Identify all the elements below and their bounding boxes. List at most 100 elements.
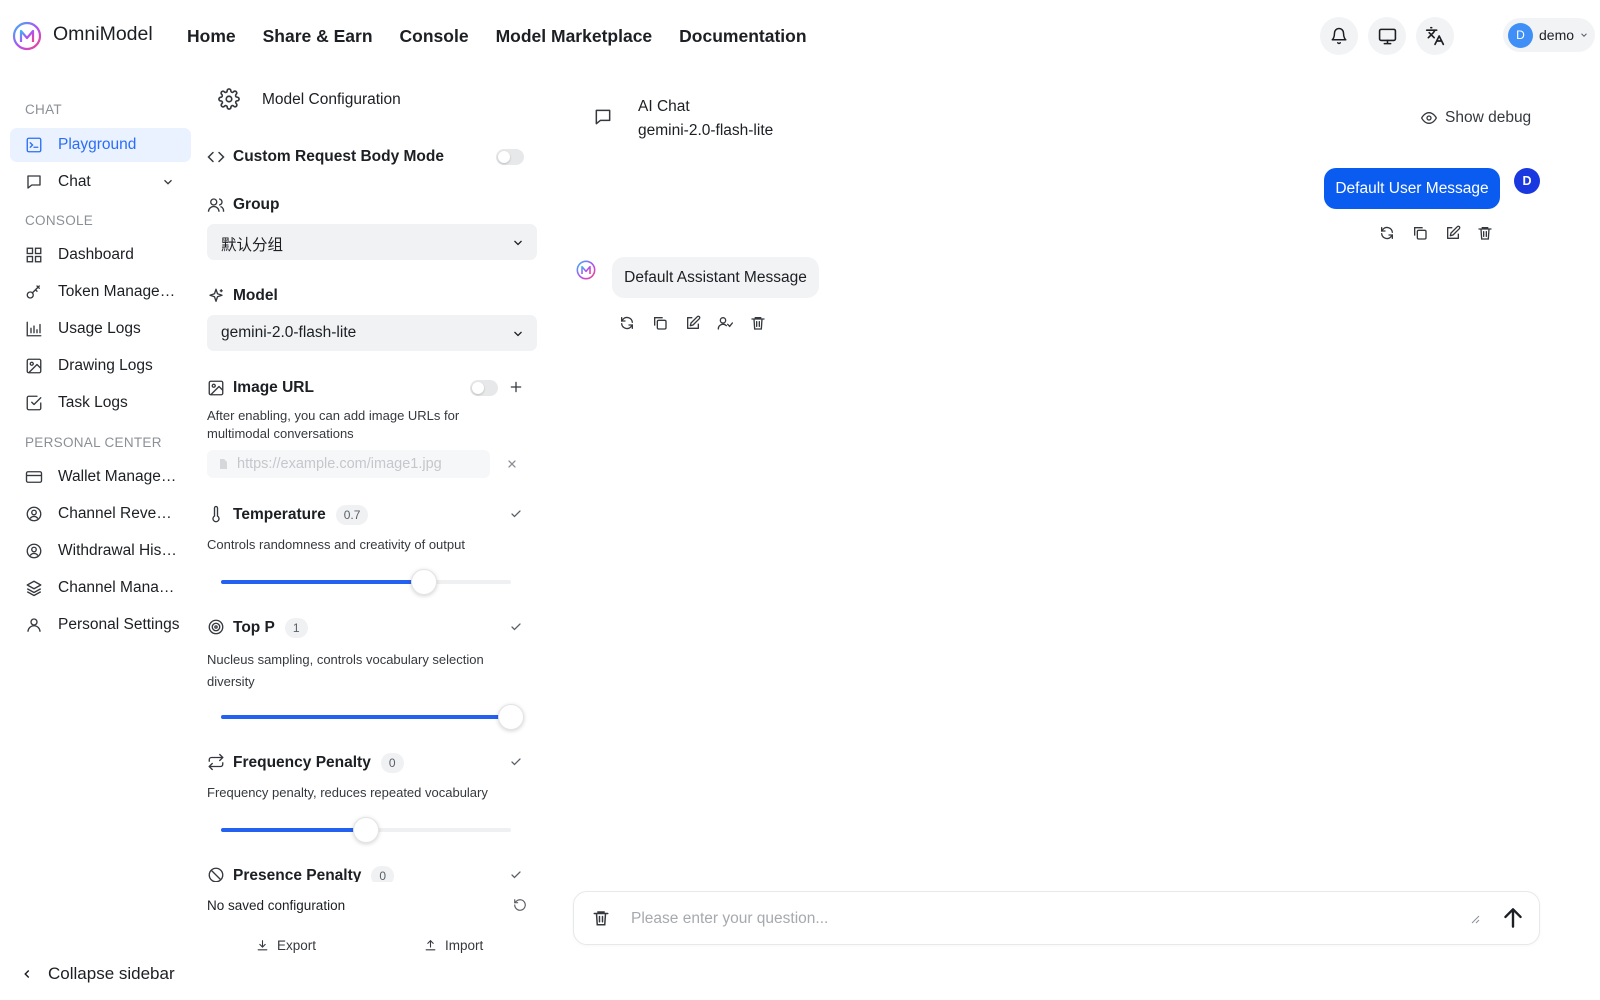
sidebar-item-label: Withdrawal History xyxy=(58,542,180,559)
user-message-bubble[interactable]: Default User Message xyxy=(1324,168,1500,209)
check-icon[interactable] xyxy=(510,756,522,768)
delete-icon[interactable] xyxy=(750,315,766,331)
regenerate-icon[interactable] xyxy=(619,315,635,331)
top-bar: OmniModel Home Share & Earn Console Mode… xyxy=(0,0,1600,72)
image-url-label: Image URL xyxy=(233,379,314,396)
check-icon[interactable] xyxy=(510,869,522,881)
user-circle-icon xyxy=(26,506,42,522)
show-debug-button[interactable]: Show debug xyxy=(1421,109,1531,127)
check-icon[interactable] xyxy=(510,621,522,633)
delete-icon[interactable] xyxy=(1477,225,1493,241)
key-icon xyxy=(26,285,40,299)
section-label-console: CONSOLE xyxy=(25,213,94,228)
assistant-avatar-icon xyxy=(576,260,596,280)
sidebar-item-channel-management[interactable]: Channel Management xyxy=(10,571,191,605)
check-icon[interactable] xyxy=(510,508,522,520)
image-url-input[interactable]: https://example.com/image1.jpg xyxy=(207,450,490,478)
slider-thumb[interactable] xyxy=(411,569,437,595)
nav-share-earn[interactable]: Share & Earn xyxy=(263,26,373,47)
language-button[interactable] xyxy=(1416,17,1454,55)
image-icon xyxy=(208,380,224,396)
sidebar-item-chat[interactable]: Chat xyxy=(10,165,191,199)
sidebar-item-task-logs[interactable]: Task Logs xyxy=(10,386,191,420)
edit-icon[interactable] xyxy=(1445,225,1461,241)
user-name: demo xyxy=(1539,27,1575,43)
sidebar-item-wallet-management[interactable]: Wallet Management xyxy=(10,460,191,494)
sidebar-item-drawing-logs[interactable]: Drawing Logs xyxy=(10,349,191,383)
nav-documentation[interactable]: Documentation xyxy=(679,26,806,47)
export-button[interactable]: Export xyxy=(256,938,316,953)
copy-icon[interactable] xyxy=(1412,225,1428,241)
chevron-down-icon[interactable] xyxy=(161,175,175,189)
plus-icon[interactable] xyxy=(509,380,523,394)
edit-icon[interactable] xyxy=(685,315,701,331)
nav-console[interactable]: Console xyxy=(400,26,469,47)
user-icon xyxy=(27,618,41,632)
brand-name[interactable]: OmniModel xyxy=(53,23,153,46)
assistant-message-bubble[interactable]: Default Assistant Message xyxy=(612,257,819,298)
gear-icon xyxy=(218,88,240,110)
nav-home[interactable]: Home xyxy=(187,26,236,47)
top-p-slider[interactable] xyxy=(221,704,524,730)
collapse-sidebar-button[interactable]: Collapse sidebar xyxy=(20,964,175,984)
sidebar-item-personal-settings[interactable]: Personal Settings xyxy=(10,608,191,642)
top-p-label-text: Top P xyxy=(233,619,275,636)
custom-body-label: Custom Request Body Mode xyxy=(233,148,444,165)
group-select[interactable]: 默认分组 xyxy=(207,224,537,260)
model-select[interactable]: gemini-2.0-flash-lite xyxy=(207,315,537,351)
sidebar-item-channel-revenue[interactable]: Channel Revenue xyxy=(10,497,191,531)
config-title: Model Configuration xyxy=(262,91,401,108)
import-button[interactable]: Import xyxy=(424,938,483,953)
user-message-avatar: D xyxy=(1514,168,1540,194)
message-input[interactable]: Please enter your question... xyxy=(631,910,828,928)
top-p-label: Top P 1 xyxy=(233,618,308,638)
close-icon[interactable] xyxy=(506,458,518,470)
dashboard-icon xyxy=(26,247,42,263)
resize-handle-icon[interactable] xyxy=(1470,914,1480,924)
clear-chat-icon[interactable] xyxy=(592,909,610,927)
display-button[interactable] xyxy=(1368,17,1406,55)
user-menu[interactable]: D demo xyxy=(1503,18,1595,52)
slider-thumb[interactable] xyxy=(498,704,524,730)
nav-model-marketplace[interactable]: Model Marketplace xyxy=(496,26,653,47)
temperature-slider[interactable] xyxy=(221,569,511,595)
section-label-chat: CHAT xyxy=(25,102,62,117)
sidebar-item-label: Wallet Management xyxy=(58,468,180,485)
temperature-value-badge: 0.7 xyxy=(335,505,369,525)
sidebar-item-label: Personal Settings xyxy=(58,616,180,633)
model-label: Model xyxy=(233,287,278,304)
chat-icon xyxy=(27,175,41,189)
show-debug-label: Show debug xyxy=(1445,109,1532,126)
sidebar-item-dashboard[interactable]: Dashboard xyxy=(10,238,191,272)
section-label-personal-center: PERSONAL CENTER xyxy=(25,435,162,450)
model-config-panel: Model Configuration Custom Request Body … xyxy=(200,72,545,1000)
custom-body-toggle[interactable] xyxy=(496,149,524,165)
chevron-down-icon xyxy=(514,240,522,246)
frequency-penalty-label-text: Frequency Penalty xyxy=(233,754,371,771)
user-circle-icon xyxy=(26,543,42,559)
sidebar-item-usage-logs[interactable]: Usage Logs xyxy=(10,312,191,346)
switch-role-icon[interactable] xyxy=(717,315,733,331)
sidebar-item-token-management[interactable]: Token Management xyxy=(10,275,191,309)
ban-icon xyxy=(208,867,224,882)
frequency-penalty-slider[interactable] xyxy=(221,817,511,843)
sidebar-item-label: Chat xyxy=(58,173,91,190)
users-icon xyxy=(207,198,225,212)
notifications-button[interactable] xyxy=(1320,17,1358,55)
sidebar-item-label: Drawing Logs xyxy=(58,357,153,374)
collapse-sidebar-label: Collapse sidebar xyxy=(48,964,175,983)
export-label: Export xyxy=(277,938,317,953)
code-icon xyxy=(207,151,225,163)
sidebar-item-withdrawal-history[interactable]: Withdrawal History xyxy=(10,534,191,568)
sidebar-item-playground[interactable]: Playground xyxy=(10,128,191,162)
reset-icon[interactable] xyxy=(513,898,527,912)
copy-icon[interactable] xyxy=(652,315,668,331)
image-url-toggle[interactable] xyxy=(470,380,498,396)
group-label: Group xyxy=(233,196,280,213)
main-nav: Home Share & Earn Console Model Marketpl… xyxy=(187,26,834,47)
slider-thumb[interactable] xyxy=(353,817,379,843)
regenerate-icon[interactable] xyxy=(1379,225,1395,241)
top-p-value-badge: 1 xyxy=(284,618,308,638)
send-icon[interactable] xyxy=(1500,905,1526,931)
brand-logo-icon[interactable] xyxy=(12,21,42,51)
